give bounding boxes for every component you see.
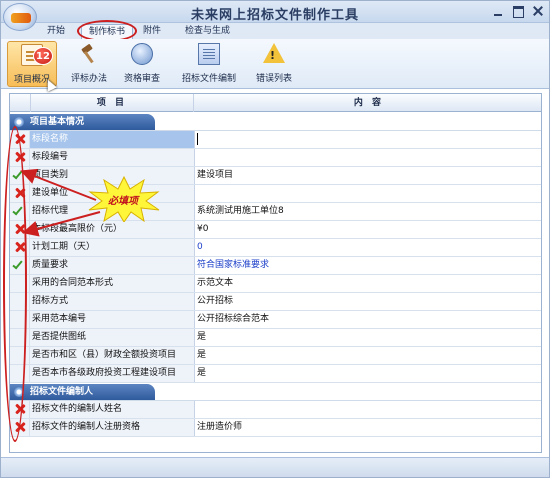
qualification-review-button[interactable]: 资格审查 — [117, 41, 167, 87]
row-label: 质量要求 — [30, 257, 195, 274]
table-row[interactable]: 本标段最高限价（元） ¥0 — [10, 221, 541, 239]
table-row[interactable]: 标段编号 — [10, 149, 541, 167]
row-value-field[interactable]: 示范文本 — [195, 275, 541, 292]
row-label: 招标文件的编制人姓名 — [30, 401, 195, 418]
section-title-text: 项目基本情况 — [30, 117, 85, 127]
section-title: 项目基本情况 — [10, 114, 155, 130]
maximize-icon[interactable] — [511, 4, 525, 18]
row-value: 公开招标 — [197, 296, 234, 306]
section-header[interactable]: 招标文件编制人 — [10, 383, 541, 401]
column-header-content[interactable]: 内 容 — [195, 94, 541, 112]
error-list-button[interactable]: ! 错误列表 — [249, 41, 299, 87]
row-value: 符合国家标准要求 — [197, 260, 270, 270]
annotation-oval-status — [3, 126, 27, 442]
row-label: 是否本市各级政府投资工程建设项目 — [30, 365, 195, 382]
table-row[interactable]: 质量要求 符合国家标准要求 — [10, 257, 541, 275]
row-label: 采用的合同范本形式 — [30, 275, 195, 292]
row-label: 是否提供图纸 — [30, 329, 195, 346]
row-label: 招标文件的编制人注册资格 — [30, 419, 195, 436]
row-label: 采用范本编号 — [30, 311, 195, 328]
section-header[interactable]: 项目基本情况 — [10, 113, 541, 131]
row-value: 建设项目 — [197, 170, 234, 180]
row-value-field[interactable] — [195, 185, 541, 202]
row-label: 标段名称 — [30, 131, 195, 148]
row-value-field[interactable]: 是 — [195, 329, 541, 346]
window-controls — [491, 4, 545, 18]
ribbon-label: 资格审查 — [123, 74, 160, 84]
row-value: ¥0 — [197, 224, 209, 234]
bid-document-edit-button[interactable]: 招标文件编制 — [177, 41, 241, 87]
callout-required: 必填项 — [108, 196, 138, 207]
row-value-field[interactable]: 是 — [195, 347, 541, 364]
row-value-field[interactable]: 是 — [195, 365, 541, 382]
row-value: 0 — [197, 242, 203, 252]
review-icon — [131, 43, 153, 65]
row-value-field[interactable]: 符合国家标准要求 — [195, 257, 541, 274]
table-row[interactable]: 计划工期（天） 0 — [10, 239, 541, 257]
row-value-field[interactable] — [195, 131, 541, 148]
row-label: 是否市和区（县）财政全额投资项目 — [30, 347, 195, 364]
minimize-icon[interactable] — [491, 4, 505, 18]
row-value: 公开招标综合范本 — [197, 314, 270, 324]
row-value: 系统测试用施工单位8 — [197, 206, 284, 216]
table-row[interactable]: 标段名称 — [10, 131, 541, 149]
column-header-item[interactable]: 项 目 — [30, 94, 194, 112]
row-value: 注册造价师 — [197, 422, 243, 432]
tab-check-generate[interactable]: 检查与生成 — [185, 24, 230, 39]
ribbon-label: 评标办法 — [70, 74, 107, 84]
row-value-field[interactable]: ¥0 — [195, 221, 541, 238]
row-label: 标段编号 — [30, 149, 195, 166]
table-row[interactable]: 是否本市各级政府投资工程建设项目是 — [10, 365, 541, 383]
ribbon-label: 招标文件编制 — [181, 74, 236, 84]
row-value-field[interactable]: 系统测试用施工单位8 — [195, 203, 541, 220]
table-row[interactable]: 招标文件的编制人姓名 — [10, 401, 541, 419]
ribbon-toolbar: 12 项目概况 评标办法 资格审查 招标文件编制 ! 错误列表 — [1, 39, 549, 89]
document-edit-icon — [198, 43, 220, 65]
row-value-field[interactable]: 建设项目 — [195, 167, 541, 184]
tab-attachments[interactable]: 附件 — [143, 24, 161, 39]
row-value: 是 — [197, 332, 207, 342]
row-value: 是 — [197, 368, 207, 378]
error-count-badge: 12 — [33, 47, 53, 65]
grid-body: 项目基本情况 标段名称 标段编号 项目类别 建设项目 建设单位 招标代理 系统测试用施工单位8… — [10, 113, 541, 437]
text-caret — [197, 132, 198, 145]
section-title-text: 招标文件编制人 — [30, 387, 94, 397]
table-row[interactable]: 是否提供图纸是 — [10, 329, 541, 347]
ribbon-label: 错误列表 — [255, 74, 292, 84]
row-value-field[interactable] — [195, 401, 541, 418]
row-value-field[interactable]: 0 — [195, 239, 541, 256]
property-grid: 项 目 内 容 项目基本情况 标段名称 标段编号 项目类别 建设项目 建设单位 招标代理 系统… — [9, 93, 542, 453]
close-icon[interactable] — [531, 4, 545, 18]
table-row[interactable]: 是否市和区（县）财政全额投资项目是 — [10, 347, 541, 365]
table-row[interactable]: 采用的合同范本形式 示范文本 — [10, 275, 541, 293]
row-value: 是 — [197, 350, 207, 360]
title-bar: 未来网上招标文件制作工具 — [1, 1, 549, 23]
row-value-field[interactable]: 公开招标 — [195, 293, 541, 310]
row-label: 计划工期（天） — [30, 239, 195, 256]
table-row[interactable]: 招标方式 公开招标 — [10, 293, 541, 311]
row-label: 招标方式 — [30, 293, 195, 310]
row-value: 示范文本 — [197, 278, 234, 288]
window-title: 未来网上招标文件制作工具 — [190, 8, 359, 23]
gavel-icon — [81, 44, 94, 64]
app-window: 未来网上招标文件制作工具 开始 制作标书 附件 检查与生成 12 项目概况 评标… — [0, 0, 550, 478]
tab-start[interactable]: 开始 — [47, 24, 65, 39]
app-logo-icon[interactable] — [3, 3, 37, 31]
grid-header: 项 目 内 容 — [10, 94, 541, 112]
table-row[interactable]: 采用范本编号 公开招标综合范本 — [10, 311, 541, 329]
row-label: 本标段最高限价（元） — [30, 221, 195, 238]
table-row[interactable]: 招标文件的编制人注册资格 注册造价师 — [10, 419, 541, 437]
row-value-field[interactable]: 公开招标综合范本 — [195, 311, 541, 328]
section-title: 招标文件编制人 — [10, 384, 155, 400]
evaluation-method-button[interactable]: 评标办法 — [67, 41, 111, 87]
status-bar — [1, 457, 549, 477]
row-value-field[interactable] — [195, 149, 541, 166]
row-value-field[interactable]: 注册造价师 — [195, 419, 541, 436]
